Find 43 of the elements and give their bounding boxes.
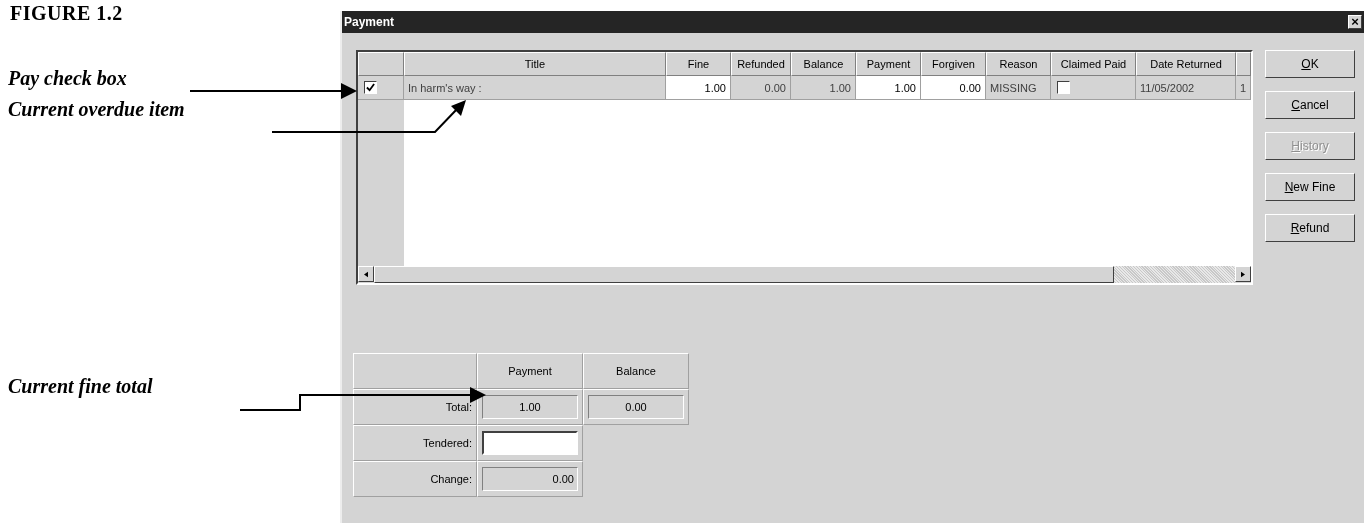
figure-title: FIGURE 1.2: [10, 2, 124, 25]
column-header[interactable]: [1236, 52, 1251, 76]
scroll-left-icon[interactable]: [358, 266, 374, 282]
table-cell: 0.00: [731, 76, 791, 100]
tendered-field[interactable]: [482, 431, 578, 455]
readonly-field: 0.00: [588, 395, 684, 419]
table-cell: 1.00: [791, 76, 856, 100]
dialog-button[interactable]: Refund: [1265, 214, 1355, 242]
table-cell[interactable]: 1.00: [666, 76, 731, 100]
table-cell: In harm's way :: [404, 76, 666, 100]
dialog-button[interactable]: OK: [1265, 50, 1355, 78]
column-header[interactable]: Title: [404, 52, 666, 76]
column-header[interactable]: Claimed Paid: [1051, 52, 1136, 76]
table-cell: 11/05/2002: [1136, 76, 1236, 100]
readonly-field: 1.00: [482, 395, 578, 419]
window-title: Payment: [344, 15, 395, 29]
row-label: Total:: [353, 389, 477, 425]
claimed-paid-checkbox[interactable]: [1057, 81, 1070, 94]
dialog-button[interactable]: Cancel: [1265, 91, 1355, 119]
table-cell: MISSING: [986, 76, 1051, 100]
column-header[interactable]: Forgiven: [921, 52, 986, 76]
column-header[interactable]: Date Returned: [1136, 52, 1236, 76]
scroll-right-icon[interactable]: [1235, 266, 1251, 282]
callout-label: Current overdue item: [8, 98, 185, 121]
row-label: Change:: [353, 461, 477, 497]
table-cell[interactable]: 0.00: [921, 76, 986, 100]
column-header: Payment: [477, 353, 583, 389]
close-button[interactable]: ×: [1348, 15, 1362, 29]
column-header[interactable]: Refunded: [731, 52, 791, 76]
column-header[interactable]: Fine: [666, 52, 731, 76]
table-cell[interactable]: 1.00: [856, 76, 921, 100]
column-header: Balance: [583, 353, 689, 389]
horizontal-scrollbar[interactable]: [358, 266, 1251, 283]
callout-label: Pay check box: [8, 67, 127, 90]
readonly-field: 0.00: [482, 467, 578, 491]
column-header[interactable]: Reason: [986, 52, 1051, 76]
column-header[interactable]: Payment: [856, 52, 921, 76]
pay-checkbox[interactable]: [364, 81, 377, 94]
dialog-button[interactable]: New Fine: [1265, 173, 1355, 201]
column-header[interactable]: Balance: [791, 52, 856, 76]
row-label: Tendered:: [353, 425, 477, 461]
callout-label: Current fine total: [8, 375, 153, 398]
table-cell: 1: [1236, 76, 1251, 100]
